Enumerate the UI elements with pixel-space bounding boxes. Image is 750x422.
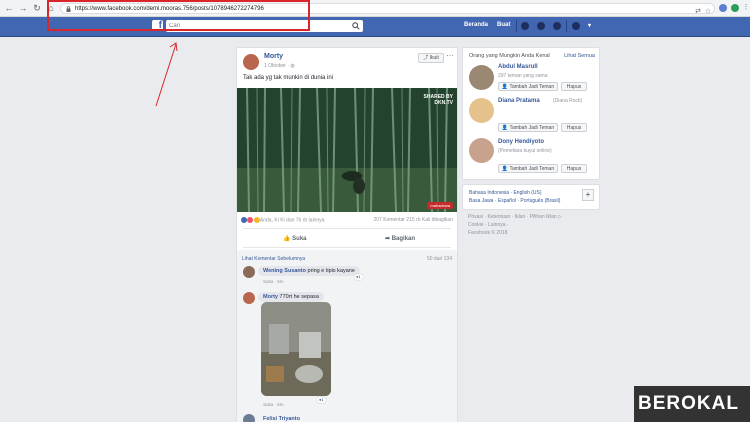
post-video[interactable]: SHARED BY DKN.TV mahadewa <box>237 88 457 212</box>
add-friend-button[interactable]: 👤 Tambah Jadi Teman <box>498 123 558 132</box>
divider <box>243 247 451 248</box>
translate-icon[interactable]: ⇄ <box>694 8 702 16</box>
comment-bubble: Wening Susanto pring e tipis kayane <box>258 266 360 276</box>
comment-actions[interactable]: Suka · 5m <box>263 279 284 284</box>
avatar[interactable] <box>469 65 494 90</box>
search-icon[interactable] <box>352 22 360 30</box>
remove-button[interactable]: Hapus <box>561 123 587 132</box>
reload-icon[interactable]: ↻ <box>32 3 42 13</box>
view-previous-comments-link[interactable]: Lihat Komentar Sebelumnya <box>242 256 305 262</box>
language-links[interactable]: Bahasa Indonesia · English (US) <box>469 190 542 196</box>
languages-panel: Bahasa Indonesia · English (US) Basa Jaw… <box>462 184 600 210</box>
annotation-arrow-icon <box>155 42 178 107</box>
help-icon[interactable] <box>572 22 580 30</box>
back-icon[interactable]: ← <box>4 3 14 13</box>
follow-button[interactable]: ⤴ Ikuti <box>418 53 444 63</box>
reactions-summary[interactable]: Anda, Ki Ki dan 76 rb lainnya <box>241 217 324 223</box>
home-link[interactable]: Beranda <box>464 22 488 28</box>
pymk-subtitle: (Diana Rock) <box>553 98 583 104</box>
pymk-mutual: 297 teman yang sama <box>498 73 548 79</box>
messenger-icon[interactable] <box>537 22 545 30</box>
add-friend-label: Tambah Jadi Teman <box>509 125 555 131</box>
pymk-subtitle: (Pemeliara kuyul online) <box>498 148 552 154</box>
add-language-button[interactable]: + <box>582 189 594 201</box>
like-button[interactable]: 👍 Suka <box>283 235 307 242</box>
add-friend-label: Tambah Jadi Teman <box>509 84 555 90</box>
pymk-name[interactable]: Abdul Masrull <box>498 64 538 70</box>
post-card: Morty 1 Oktober · ◍ ⤴ Ikuti ··· Tak ada … <box>236 47 458 422</box>
add-friend-label: Tambah Jadi Teman <box>509 166 555 172</box>
video-watermark: SHARED BY DKN.TV <box>423 94 453 106</box>
post-options-button[interactable]: ··· <box>446 52 454 60</box>
annotation-highlight-box <box>47 0 310 31</box>
like-label: Suka <box>292 236 307 242</box>
brand-watermark: BEROKAL <box>634 386 750 422</box>
comments-section: Lihat Komentar Sebelumnya 50 dari 134 We… <box>237 250 457 422</box>
footer-links[interactable]: Cookie · Lainnya · <box>468 222 509 228</box>
pymk-name[interactable]: Diana Pratama <box>498 98 540 104</box>
account-menu-icon[interactable]: ▾ <box>588 22 591 29</box>
footer-links[interactable]: Privasi · Ketentuan · Iklan · Pilihan Ik… <box>468 214 562 220</box>
wow-reaction-icon <box>253 217 260 223</box>
comment-text: pring e tipis kayane <box>307 268 355 274</box>
avatar[interactable] <box>243 266 255 278</box>
share-label: Bagikan <box>391 236 416 242</box>
share-icon: ➦ <box>385 236 391 242</box>
comment-author[interactable]: Felisi Triyanto <box>263 416 300 422</box>
notifications-icon[interactable] <box>553 22 561 30</box>
pymk-name[interactable]: Dony Hendiyoto <box>498 139 544 145</box>
post-text: Tak ada yg tak munkin di dunia ini <box>243 75 334 81</box>
comment-actions[interactable]: Suka · 5m <box>263 402 284 407</box>
add-friend-button[interactable]: 👤 Tambah Jadi Teman <box>498 82 558 91</box>
comment-text: 770rt he sepasa <box>279 294 319 300</box>
love-reaction-icon <box>247 217 254 223</box>
kitchen-photo-image <box>261 302 331 396</box>
globe-icon: ◍ <box>290 63 295 69</box>
pymk-title: Orang yang Mungkin Anda Kenal <box>469 53 550 59</box>
comment-photo[interactable] <box>261 302 331 396</box>
post-author[interactable]: Morty <box>264 53 283 60</box>
comment-like-count: ●1 <box>354 274 363 280</box>
share-button[interactable]: ➦ Bagikan <box>385 235 415 242</box>
comment-count: 50 dari 134 <box>426 256 452 262</box>
remove-button[interactable]: Hapus <box>561 82 587 91</box>
avatar[interactable] <box>243 292 255 304</box>
star-icon[interactable]: ☆ <box>704 8 712 16</box>
video-badge: mahadewa <box>427 202 453 209</box>
follow-label: Ikuti <box>429 55 439 61</box>
remove-button[interactable]: Hapus <box>561 164 587 173</box>
menu-icon[interactable]: ⋮ <box>742 4 750 12</box>
see-all-link[interactable]: Lihat Semua <box>564 53 595 59</box>
footer-copyright: Facebook © 2018 <box>468 230 508 236</box>
reactions-text: Anda, Ki Ki dan 76 rb lainnya <box>259 217 325 224</box>
forward-icon[interactable]: → <box>18 3 28 13</box>
avatar[interactable] <box>469 98 494 123</box>
avatar[interactable] <box>469 138 494 163</box>
extension-icon[interactable] <box>731 4 739 12</box>
profile-icon[interactable] <box>719 4 727 12</box>
thumbs-up-icon: 👍 <box>283 236 291 242</box>
post-stats[interactable]: 207 Komentar 215 rb Kali dibagikan <box>374 217 454 223</box>
divider <box>243 228 451 229</box>
people-you-may-know-panel: Orang yang Mungkin Anda Kenal Lihat Semu… <box>462 47 600 180</box>
comment-likes: 1 <box>321 397 324 402</box>
post-date[interactable]: 1 Oktober · ◍ <box>264 63 295 69</box>
comment-likes: 1 <box>358 274 361 279</box>
comment-like-count: ●1 <box>317 397 326 403</box>
create-link[interactable]: Buat <box>497 22 510 28</box>
bamboo-forest-image <box>237 88 457 212</box>
add-friend-button[interactable]: 👤 Tambah Jadi Teman <box>498 164 558 173</box>
friend-requests-icon[interactable] <box>521 22 529 30</box>
avatar[interactable] <box>243 54 259 70</box>
like-reaction-icon <box>241 217 247 223</box>
comment-author[interactable]: Morty <box>263 294 278 300</box>
post-date-text: 1 Oktober · <box>264 63 291 69</box>
avatar[interactable] <box>243 414 255 422</box>
comment-bubble: Morty 770rt he sepasa <box>258 292 324 302</box>
comment-author[interactable]: Wening Susanto <box>263 268 306 274</box>
language-links[interactable]: Basa Jawa · Español · Português (Brasil) <box>469 198 560 204</box>
